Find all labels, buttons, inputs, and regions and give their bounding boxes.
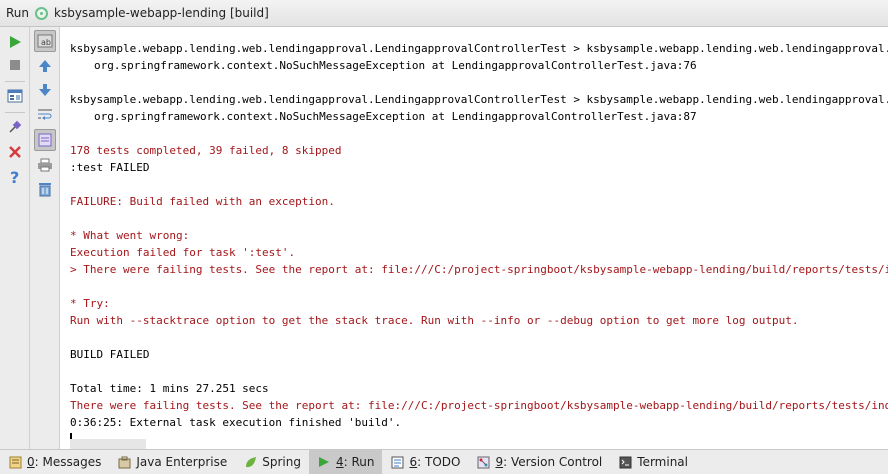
tab-run-label: : Run xyxy=(343,455,375,469)
tab-todo[interactable]: 6: TODO xyxy=(382,450,468,474)
toolbar-separator xyxy=(5,81,25,82)
tab-todo-label: : TODO xyxy=(417,455,461,469)
down-arrow-icon xyxy=(39,84,51,96)
next-occurrence-button[interactable] xyxy=(34,79,56,101)
svg-text:?: ? xyxy=(10,169,19,185)
run-window-titlebar: Run ksbysample-webapp-lending [build] xyxy=(0,0,888,27)
scroll-to-end-toggle[interactable] xyxy=(34,129,56,151)
tab-version-control[interactable]: 9: Version Control xyxy=(468,450,610,474)
run-toolbar-primary: ? xyxy=(0,27,30,449)
scroll-to-end-icon xyxy=(38,133,52,147)
gradle-config-icon xyxy=(35,6,49,20)
restore-layout-icon xyxy=(7,89,23,103)
soft-wrap-toggle[interactable]: ab xyxy=(34,30,56,52)
close-icon xyxy=(9,146,21,158)
use-soft-wraps-icon xyxy=(38,109,52,120)
tool-window-bar: 0: Messages Java Enterprise Spring 4: Ru… xyxy=(0,449,888,474)
console-line: * Try: xyxy=(70,297,110,310)
horizontal-scrollbar[interactable] xyxy=(70,439,146,449)
run-icon xyxy=(10,36,21,48)
console-line: There were failing tests. See the report… xyxy=(70,399,888,412)
console-output[interactable]: ksbysample.webapp.lending.web.lendingapp… xyxy=(61,27,888,449)
tab-run-key: 4 xyxy=(335,455,344,469)
tab-terminal[interactable]: Terminal xyxy=(610,450,696,474)
tab-todo-key: 6 xyxy=(409,455,418,469)
toolbar-separator xyxy=(5,112,25,113)
tab-version-control-key: 9 xyxy=(495,455,504,469)
console-line: BUILD FAILED xyxy=(70,348,150,361)
run-window-label: Run xyxy=(6,6,30,20)
todo-icon xyxy=(390,455,404,469)
svg-text:ab: ab xyxy=(41,38,51,47)
pin-icon xyxy=(9,120,22,133)
use-soft-wraps-button[interactable] xyxy=(34,103,56,125)
run-config-name[interactable]: ksbysample-webapp-lending [build] xyxy=(54,6,269,20)
console-line: * What went wrong: xyxy=(70,229,190,242)
tab-java-enterprise[interactable]: Java Enterprise xyxy=(109,450,235,474)
console-line: Run with --stacktrace option to get the … xyxy=(70,314,799,327)
tab-java-enterprise-label: Java Enterprise xyxy=(136,455,228,469)
tab-messages[interactable]: 0: Messages xyxy=(0,450,109,474)
print-button[interactable] xyxy=(34,154,56,176)
console-line: 178 tests completed, 39 failed, 8 skippe… xyxy=(70,144,342,157)
rerun-button[interactable] xyxy=(4,31,26,53)
run-icon xyxy=(317,455,331,469)
stop-button[interactable] xyxy=(4,54,26,76)
console-line: > There were failing tests. See the repo… xyxy=(70,263,888,276)
console-line: ksbysample.webapp.lending.web.lendingapp… xyxy=(70,42,888,55)
previous-occurrence-button[interactable] xyxy=(34,55,56,77)
tab-version-control-label: : Version Control xyxy=(503,455,603,469)
tab-run[interactable]: 4: Run xyxy=(308,449,383,474)
messages-icon xyxy=(8,455,22,469)
run-toolbar-secondary: ab xyxy=(30,27,60,449)
console-line: :test FAILED xyxy=(70,161,150,174)
java-enterprise-icon xyxy=(117,455,131,469)
stop-icon xyxy=(10,60,20,70)
print-icon xyxy=(38,158,52,172)
version-control-icon xyxy=(476,455,490,469)
tab-messages-key: 0 xyxy=(27,455,35,469)
help-icon: ? xyxy=(10,169,19,185)
tab-spring-label: Spring xyxy=(262,455,301,469)
spring-icon xyxy=(243,455,257,469)
terminal-icon xyxy=(618,455,632,469)
tab-messages-label: : Messages xyxy=(34,455,102,469)
console-line: org.springframework.context.NoSuchMessag… xyxy=(94,110,697,123)
console-line: org.springframework.context.NoSuchMessag… xyxy=(94,59,697,72)
console-line: 0:36:25: External task execution finishe… xyxy=(70,416,402,429)
close-button[interactable] xyxy=(4,141,26,163)
console-line: Execution failed for task ':test'. xyxy=(70,246,296,259)
pin-tab-button[interactable] xyxy=(4,116,26,138)
clear-all-button[interactable] xyxy=(34,178,56,200)
console-line: FAILURE: Build failed with an exception. xyxy=(70,195,335,208)
tab-spring[interactable]: Spring xyxy=(235,450,309,474)
tab-terminal-label: Terminal xyxy=(637,455,688,469)
soft-wrap-icon: ab xyxy=(37,34,53,48)
help-button[interactable]: ? xyxy=(4,166,26,188)
restore-layout-button[interactable] xyxy=(4,85,26,107)
console-line: ksbysample.webapp.lending.web.lendingapp… xyxy=(70,93,888,106)
console-line: Total time: 1 mins 27.251 secs xyxy=(70,382,269,395)
clear-all-icon xyxy=(39,183,51,197)
up-arrow-icon xyxy=(39,60,51,72)
